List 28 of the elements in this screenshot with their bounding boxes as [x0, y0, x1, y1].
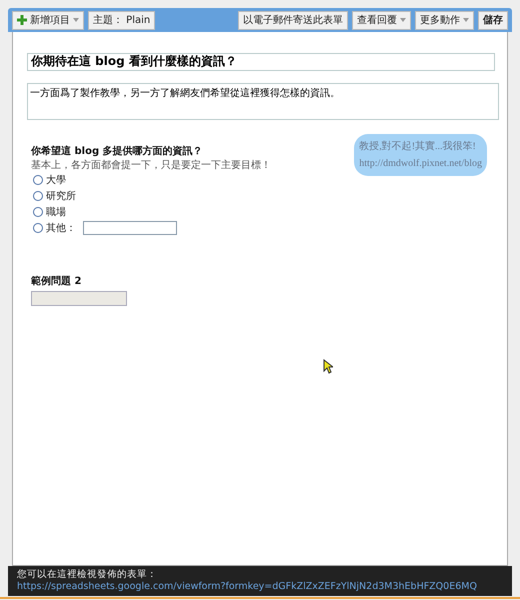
toolbar-button[interactable]: 主題： Plain — [88, 10, 156, 30]
radio-button[interactable] — [33, 206, 43, 216]
option-label: 研究所 — [46, 190, 76, 202]
caret-icon — [400, 18, 406, 22]
description-field[interactable]: 一方面爲了製作教學，另一方了解網友們希望從這裡獲得怎樣的資訊。 — [27, 82, 499, 120]
bubble-text: 教授,對不起!其實...我很笨! — [359, 140, 477, 154]
other-field[interactable] — [83, 220, 177, 234]
cursor-icon — [323, 359, 333, 374]
radio-button[interactable] — [33, 222, 43, 232]
question-help: 基本上，各方面都會提一下，只是要定一下主要目標！ — [31, 158, 271, 172]
toolbar-button[interactable]: 查看回覆 — [352, 10, 411, 30]
toolbar-button[interactable]: 新增項目 — [12, 10, 84, 30]
question-title: 範例問題 2 — [31, 274, 82, 288]
caret-icon — [463, 18, 469, 22]
option-label: 職場 — [46, 206, 66, 218]
question-title: 你希望這 blog 多提供哪方面的資訊？ — [31, 144, 204, 158]
toolbar-button[interactable]: 儲存 — [478, 10, 508, 30]
plus-icon — [17, 15, 27, 25]
radio-button[interactable] — [33, 174, 43, 184]
option-label: 其他： — [46, 222, 76, 234]
radio-button[interactable] — [33, 190, 43, 200]
caret-icon — [73, 18, 79, 22]
footer-text: 您可以在這裡檢視發佈的表單： — [17, 569, 157, 580]
option-label: 大學 — [46, 174, 66, 186]
toolbar-button[interactable]: 以電子郵件寄送此表單 — [238, 10, 348, 30]
bubble-text: http://dmdwolf.pixnet.net/blog — [359, 156, 482, 170]
toolbar-button[interactable]: 更多動作 — [415, 10, 474, 30]
form-link[interactable]: https://spreadsheets.google.com/viewform?formkey=dGFkZlZxZEFzYlNjN2d3M3hEbHFZQ0E6MQ — [17, 581, 477, 593]
